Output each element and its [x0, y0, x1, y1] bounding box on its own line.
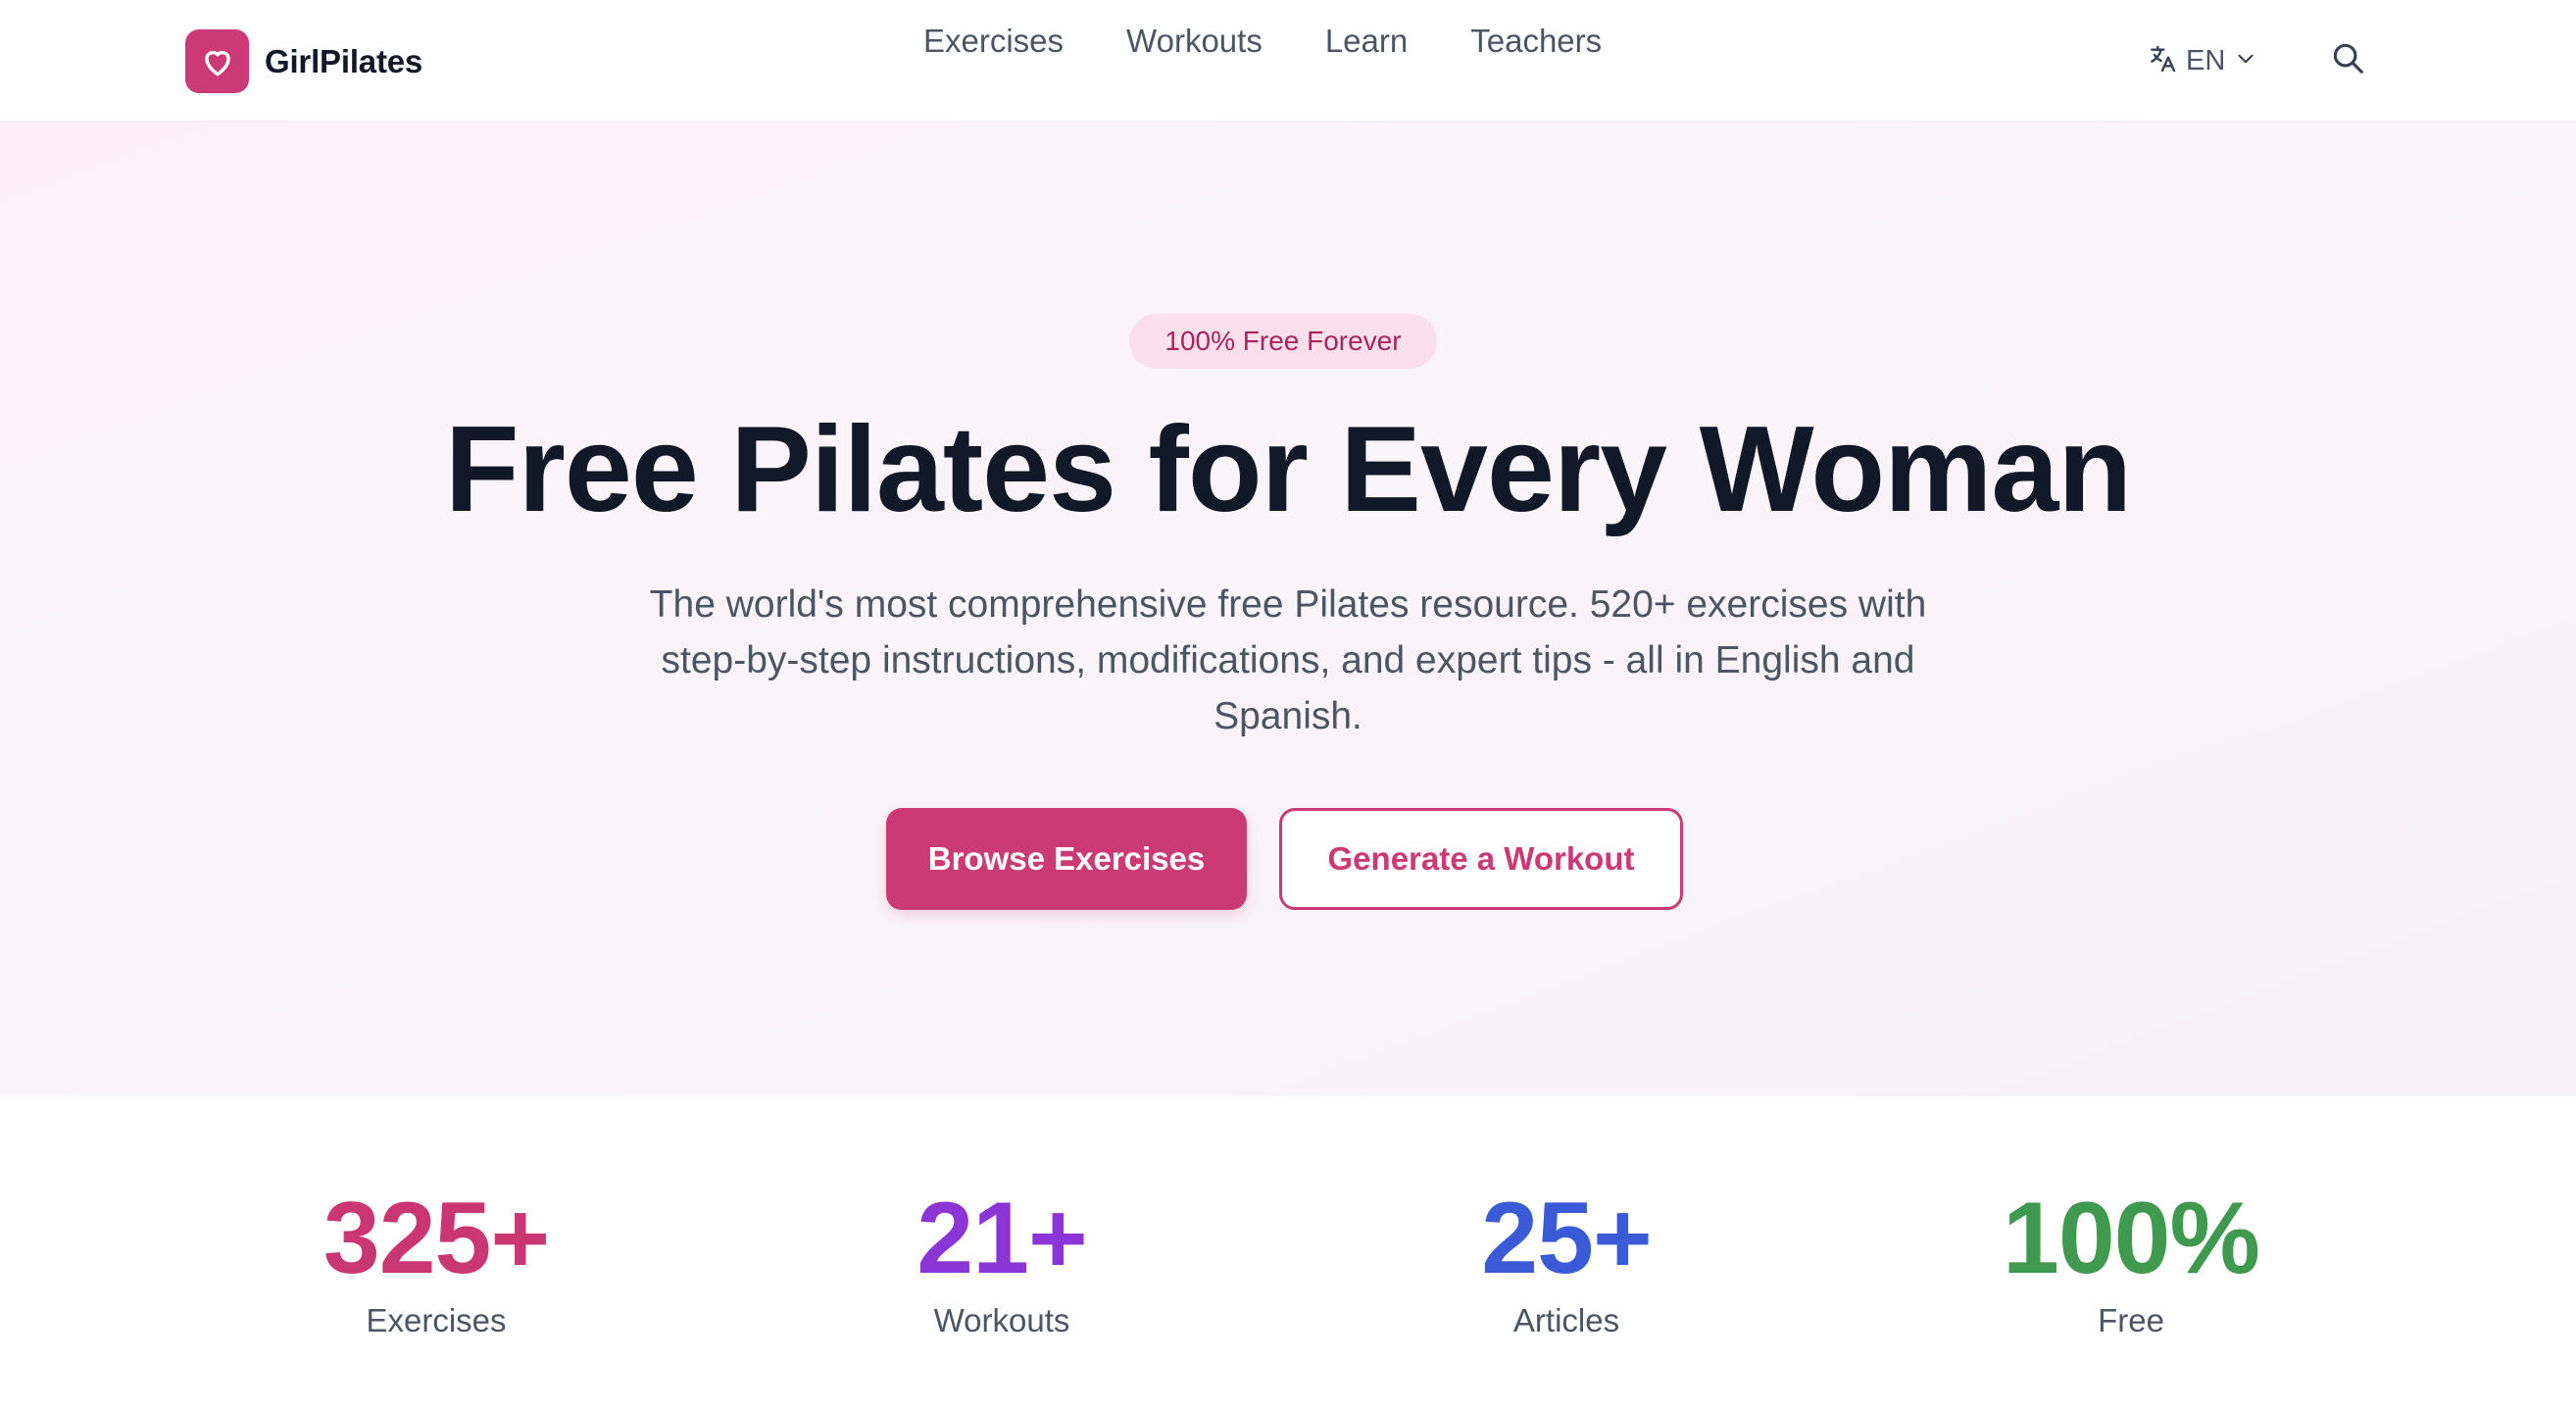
stat-label: Exercises: [366, 1302, 507, 1338]
stat-label: Free: [2098, 1302, 2164, 1338]
brand-logo-link[interactable]: GirlPilates: [185, 29, 422, 93]
brand-name: GirlPilates: [265, 42, 423, 79]
stat-value: 25+: [1481, 1182, 1652, 1295]
language-switcher[interactable]: EN: [2147, 41, 2258, 80]
stat-exercises: 325+ Exercises: [191, 1185, 681, 1345]
stats-section: 325+ Exercises 21+ Workouts 25+ Articles…: [0, 1096, 2576, 1412]
browse-exercises-button[interactable]: Browse Exercises: [886, 808, 1247, 910]
stat-free: 100% Free: [1886, 1185, 2376, 1345]
nav-item-exercises[interactable]: Exercises: [923, 18, 1064, 65]
site-header: GirlPilates Exercises Workouts Learn Tea…: [0, 0, 2576, 122]
generate-workout-button[interactable]: Generate a Workout: [1279, 808, 1683, 910]
search-button[interactable]: [2327, 39, 2368, 80]
stat-value: 21+: [916, 1182, 1087, 1295]
stat-value: 100%: [2003, 1182, 2260, 1295]
free-forever-badge: 100% Free Forever: [1129, 314, 1437, 369]
stat-value: 325+: [322, 1182, 550, 1295]
hero-subtitle: The world's most comprehensive free Pila…: [649, 583, 1927, 737]
nav-item-workouts[interactable]: Workouts: [1126, 18, 1263, 65]
stat-label: Workouts: [933, 1302, 1070, 1338]
heart-icon: [185, 29, 249, 93]
search-icon: [2329, 39, 2366, 81]
language-current: EN: [2186, 45, 2226, 76]
nav-item-teachers[interactable]: Teachers: [1470, 18, 1602, 65]
translate-icon: [2147, 43, 2178, 79]
hero-section: 100% Free Forever Free Pilates for Every…: [0, 122, 2576, 1096]
chevron-down-icon: [2233, 46, 2258, 76]
hero-title: Free Pilates for Every Woman: [444, 402, 2132, 537]
stat-label: Articles: [1512, 1302, 1620, 1338]
stat-workouts: 21+ Workouts: [757, 1185, 1247, 1345]
hero-cta-group: Browse Exercises Generate a Workout: [886, 808, 1683, 910]
nav-item-learn[interactable]: Learn: [1325, 18, 1408, 65]
stat-articles: 25+ Articles: [1321, 1185, 1811, 1345]
main-nav: Exercises Workouts Learn Teachers: [923, 18, 1602, 65]
